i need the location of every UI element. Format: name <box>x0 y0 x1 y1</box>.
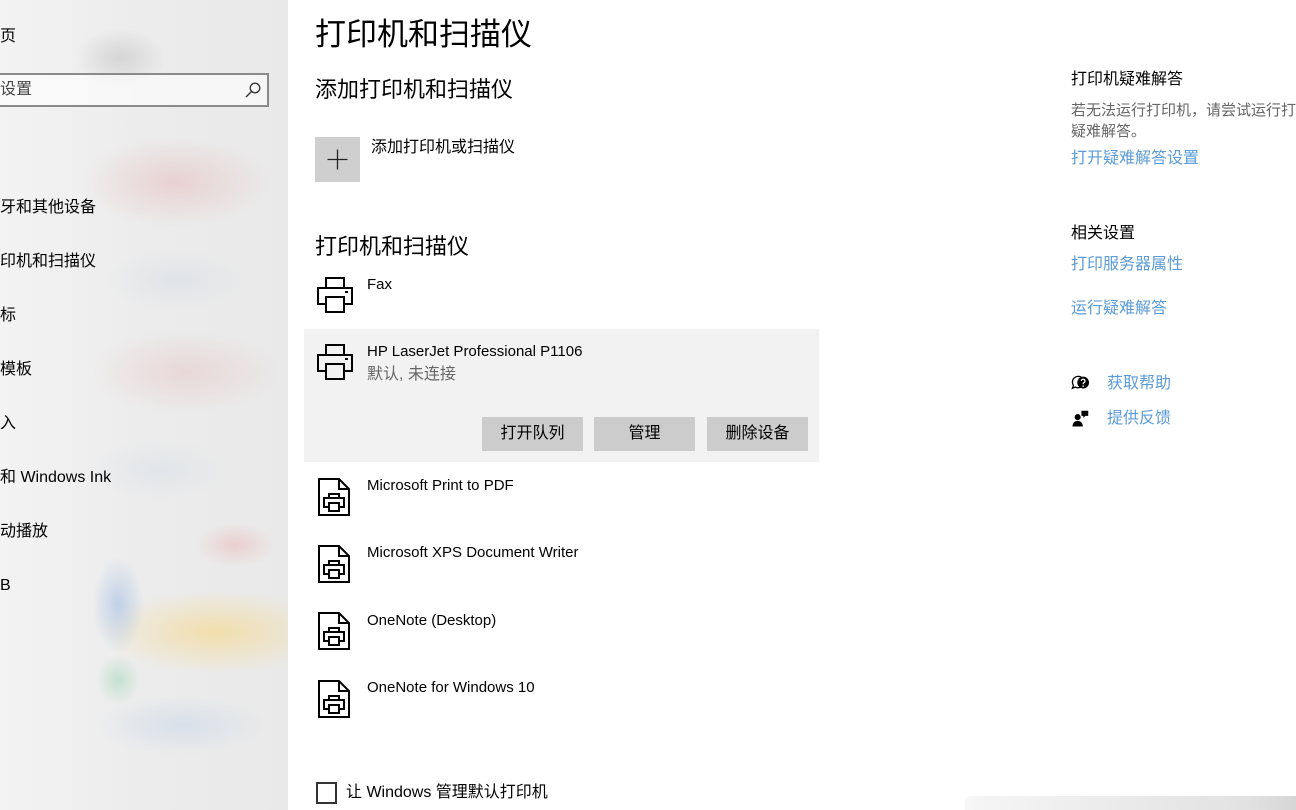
printer-icon <box>317 277 353 313</box>
sidebar-item-home[interactable]: 页 <box>0 26 16 48</box>
document-printer-icon <box>318 478 350 516</box>
search-box[interactable] <box>0 73 269 107</box>
feedback-icon[interactable] <box>1072 410 1089 432</box>
troubleshoot-heading: 打印机疑难解答 <box>1071 71 1184 88</box>
related-panel: 打印机疑难解答 若无法运行打印机，请尝试运行打 疑难解答。 打开疑难解答设置 相… <box>1071 0 1296 450</box>
give-feedback-label[interactable]: 提供反馈 <box>1107 408 1171 430</box>
document-printer-icon <box>318 545 350 583</box>
default-printer-label[interactable]: 让 Windows 管理默认打印机 <box>346 782 548 804</box>
device-name: Microsoft XPS Document Writer <box>367 544 579 561</box>
sidebar: 页 牙和其他设备 印机和扫描仪 标 模板 入 和 Windows Ink 动播放… <box>0 0 288 810</box>
page-title: 打印机和扫描仪 <box>315 17 532 52</box>
sidebar-item-printers[interactable]: 印机和扫描仪 <box>0 251 96 273</box>
troubleshoot-description-line1: 若无法运行打印机，请尝试运行打 <box>1071 102 1296 119</box>
device-row-onenote-win10[interactable]: OneNote for Windows 10 <box>304 668 819 728</box>
related-settings-heading: 相关设置 <box>1071 225 1136 242</box>
sidebar-item-bluetooth[interactable]: 牙和其他设备 <box>0 197 96 219</box>
device-row-hp-laserjet[interactable]: HP LaserJet Professional P1106 默认, 未连接 打… <box>304 329 819 462</box>
sidebar-item-mouse[interactable]: 标 <box>0 305 16 327</box>
sidebar-item-typing[interactable]: 入 <box>0 413 16 435</box>
troubleshoot-description-line2: 疑难解答。 <box>1071 123 1147 140</box>
device-row-print-to-pdf[interactable]: Microsoft Print to PDF <box>304 466 819 526</box>
document-printer-icon <box>318 680 350 718</box>
device-name: OneNote for Windows 10 <box>367 679 535 696</box>
sidebar-item-pen[interactable]: 和 Windows Ink <box>0 467 111 489</box>
help-chat-icon[interactable] <box>1071 374 1090 398</box>
sidebar-item-usb[interactable]: B <box>0 575 11 597</box>
default-printer-checkbox[interactable] <box>316 782 337 804</box>
device-name: Fax <box>367 276 393 293</box>
get-help-label[interactable]: 获取帮助 <box>1107 373 1171 395</box>
device-name: HP LaserJet Professional P1106 <box>367 343 583 360</box>
background-window-edge <box>965 796 1296 810</box>
default-printer-option[interactable]: 让 Windows 管理默认打印机 <box>316 782 556 804</box>
sidebar-item-autoplay[interactable]: 动播放 <box>0 521 48 543</box>
manage-button[interactable]: 管理 <box>594 417 695 451</box>
device-status: 默认, 未连接 <box>367 366 456 383</box>
device-name: OneNote (Desktop) <box>367 612 497 629</box>
search-input[interactable] <box>0 75 236 105</box>
add-printer-label[interactable]: 添加打印机或扫描仪 <box>371 137 515 159</box>
device-row-onenote-desktop[interactable]: OneNote (Desktop) <box>304 600 819 660</box>
sidebar-item-touchpad[interactable]: 模板 <box>0 359 32 381</box>
printer-icon <box>317 344 353 380</box>
print-server-properties-link[interactable]: 打印服务器属性 <box>1071 254 1183 276</box>
device-row-fax[interactable]: Fax <box>304 268 819 324</box>
add-printer-button[interactable]: 添加打印机或扫描仪 <box>315 137 520 182</box>
plus-icon[interactable] <box>315 137 360 182</box>
remove-device-button[interactable]: 删除设备 <box>707 417 808 451</box>
open-queue-button[interactable]: 打开队列 <box>482 417 583 451</box>
give-feedback-link[interactable]: 提供反馈 <box>1071 408 1221 430</box>
document-printer-icon <box>318 612 350 650</box>
get-help-link[interactable]: 获取帮助 <box>1071 373 1221 395</box>
sidebar-acrylic-background <box>0 0 288 810</box>
device-name: Microsoft Print to PDF <box>367 477 514 494</box>
device-row-xps-writer[interactable]: Microsoft XPS Document Writer <box>304 533 819 593</box>
devices-section-heading: 打印机和扫描仪 <box>315 234 470 259</box>
search-icon[interactable] <box>245 82 261 98</box>
open-troubleshoot-settings-link[interactable]: 打开疑难解答设置 <box>1071 148 1199 170</box>
run-troubleshooter-link[interactable]: 运行疑难解答 <box>1071 298 1167 320</box>
add-section-heading: 添加打印机和扫描仪 <box>315 77 514 102</box>
